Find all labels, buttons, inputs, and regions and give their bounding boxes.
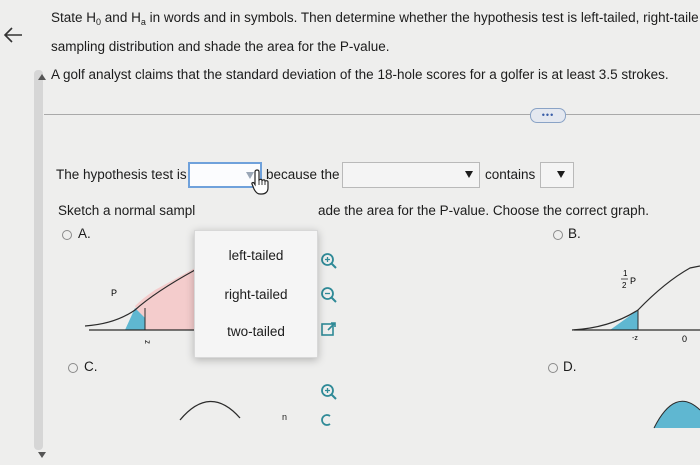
test-type-dropdown: left-tailed right-tailed two-tailed (194, 230, 318, 358)
zoom-icon[interactable] (320, 252, 338, 270)
claim-text: A golf analyst claims that the standard … (51, 67, 669, 82)
graph-b-zero-label: 0 (682, 334, 687, 344)
dropdown-option-right-tailed[interactable]: right-tailed (195, 287, 317, 302)
choice-c-radio[interactable] (68, 363, 78, 373)
choice-a-radio[interactable] (62, 230, 72, 240)
sentence-prefix: The hypothesis test is (56, 167, 187, 182)
divider (44, 114, 700, 115)
chevron-down-icon (465, 171, 473, 178)
more-button[interactable]: ••• (530, 108, 566, 123)
graph-a: P z (85, 268, 195, 344)
graph-b-frac-num: 1 (623, 269, 628, 278)
graph-d (653, 400, 700, 429)
sentence-middle: because the (266, 167, 340, 182)
graph-b-frac-den: 2 (622, 281, 627, 290)
scroll-up-icon[interactable] (38, 74, 46, 80)
choice-d-radio[interactable] (548, 363, 558, 373)
graph-c (179, 400, 241, 421)
graph-a-p-label: P (111, 288, 117, 298)
sketch-text-right: ade the area for the P-value. Choose the… (318, 203, 649, 218)
graph-a-z-label: z (143, 340, 152, 344)
dropdown-option-left-tailed[interactable]: left-tailed (195, 248, 317, 263)
statistic-select[interactable] (540, 162, 574, 188)
chevron-down-icon (557, 171, 565, 178)
choice-c-label[interactable]: C. (84, 359, 98, 374)
back-arrow-icon[interactable] (2, 24, 24, 46)
zoom-out-icon[interactable] (320, 414, 334, 426)
region-select[interactable] (342, 162, 480, 188)
dropdown-option-two-tailed[interactable]: two-tailed (195, 324, 317, 339)
choice-b-radio[interactable] (553, 230, 563, 240)
sentence-suffix: contains (485, 167, 536, 182)
scrollbar[interactable] (34, 70, 43, 450)
graph-b: 1 2 P -z 0 (571, 265, 700, 344)
zoom-out-icon[interactable] (320, 286, 338, 304)
sketch-text-left: Sketch a normal sampl (58, 203, 196, 218)
choice-b-label[interactable]: B. (568, 226, 581, 241)
instruction-line-1: State H0 and Ha in words and in symbols.… (51, 10, 699, 27)
expand-icon[interactable] (320, 320, 338, 338)
graph-b-p-label: P (630, 276, 636, 286)
choice-a-label[interactable]: A. (78, 226, 91, 241)
scroll-down-icon[interactable] (38, 452, 46, 458)
zoom-icon[interactable] (320, 383, 338, 401)
choice-d-label[interactable]: D. (563, 359, 577, 374)
graph-c-z-label: n (282, 412, 288, 422)
instruction-line-2: sampling distribution and shade the area… (51, 39, 390, 54)
graph-b-z-label: -z (632, 335, 638, 342)
